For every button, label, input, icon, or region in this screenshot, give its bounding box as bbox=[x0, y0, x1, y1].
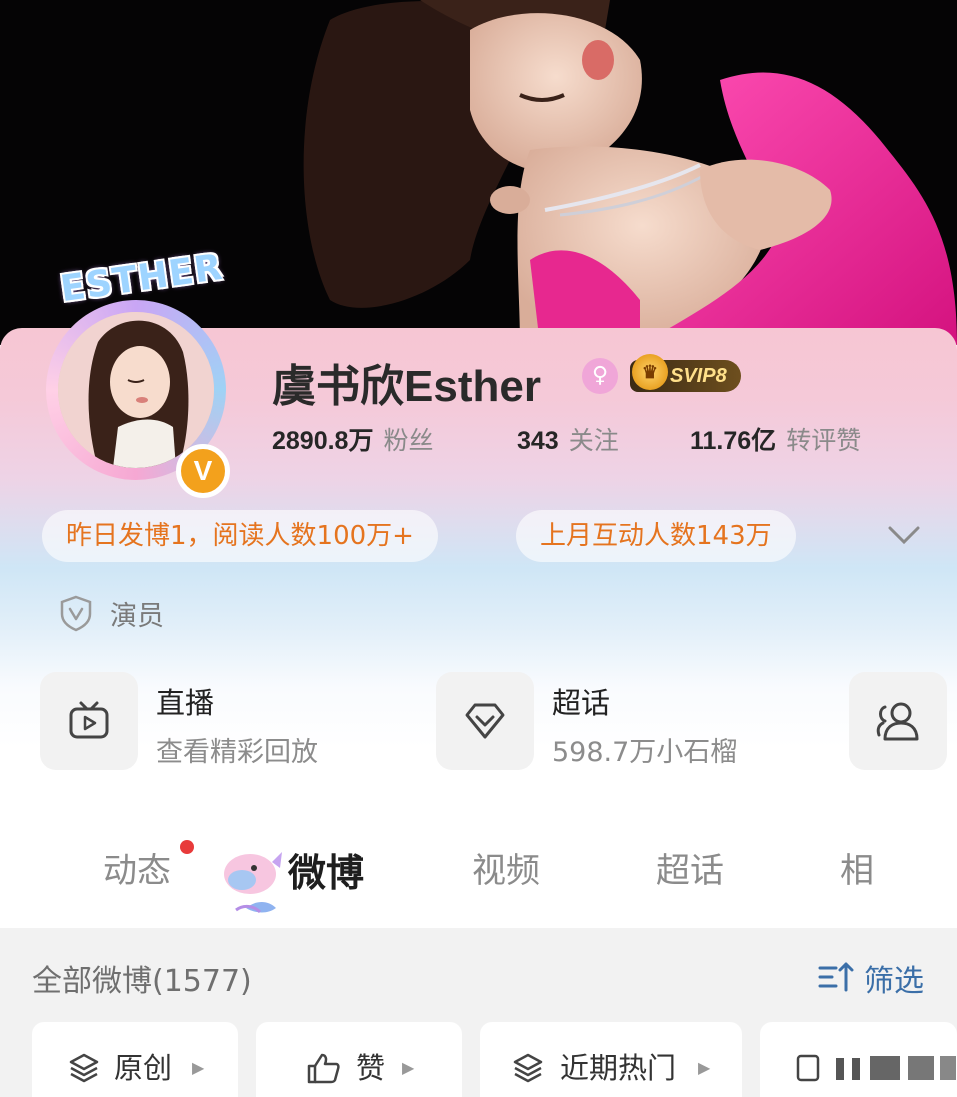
filter-button[interactable]: 筛选 bbox=[864, 956, 924, 1000]
supertopic-subtitle: 598.7万小石榴 bbox=[552, 737, 738, 768]
occupation-label: 演员 bbox=[110, 601, 164, 632]
sort-filter-icon[interactable] bbox=[818, 960, 856, 994]
chip-label: 赞 bbox=[356, 1051, 386, 1085]
tv-icon bbox=[69, 701, 109, 739]
thumbs-up-icon bbox=[307, 1053, 340, 1084]
stat-following[interactable]: 343 关注 bbox=[517, 421, 619, 457]
chip-label: 近期热门 bbox=[560, 1051, 677, 1085]
chip-more[interactable] bbox=[760, 1022, 957, 1097]
shield-icon bbox=[60, 595, 92, 632]
avatar-container[interactable]: ESTHER bbox=[34, 247, 244, 480]
chevron-down-icon[interactable] bbox=[884, 522, 924, 550]
fan-group-button[interactable] bbox=[849, 672, 947, 770]
highlight-pill-posts[interactable]: 昨日发博1，阅读人数100万+ bbox=[42, 510, 438, 562]
layers-icon bbox=[513, 1053, 543, 1083]
live-button[interactable] bbox=[40, 672, 138, 770]
live-title[interactable]: 直播 bbox=[156, 680, 214, 722]
truncated-chip-icon bbox=[796, 1054, 956, 1082]
live-subtitle: 查看精彩回放 bbox=[156, 737, 318, 768]
verified-badge-icon: V bbox=[176, 444, 230, 498]
chip-original[interactable]: 原创 ▶ bbox=[32, 1022, 238, 1097]
stat-interactions[interactable]: 11.76亿 转评赞 bbox=[690, 421, 861, 457]
caret-right-icon: ▶ bbox=[698, 1058, 711, 1077]
stat-label: 转评赞 bbox=[786, 426, 862, 455]
caret-right-icon: ▶ bbox=[192, 1058, 205, 1077]
supertopic-title[interactable]: 超话 bbox=[552, 680, 610, 722]
stat-value: 11.76亿 bbox=[690, 427, 777, 455]
tab-supertopic[interactable]: 超话 bbox=[656, 843, 724, 892]
highlight-pill-interactions[interactable]: 上月互动人数143万 bbox=[516, 510, 796, 562]
avatar[interactable] bbox=[58, 312, 214, 468]
chip-recent-hot[interactable]: 近期热门 ▶ bbox=[480, 1022, 742, 1097]
stat-followers[interactable]: 2890.8万 粉丝 bbox=[272, 421, 433, 457]
chip-label: 原创 bbox=[114, 1051, 173, 1085]
tab-video[interactable]: 视频 bbox=[472, 843, 540, 892]
crown-icon: ♛ bbox=[632, 354, 668, 390]
diamond-icon bbox=[465, 703, 505, 739]
stat-value: 2890.8万 bbox=[272, 427, 374, 455]
whale-mascot-icon bbox=[224, 852, 282, 914]
tab-album[interactable]: 相 bbox=[840, 843, 874, 892]
notification-dot bbox=[180, 840, 194, 854]
post-count-title: 全部微博(1577) bbox=[32, 964, 252, 999]
layers-icon bbox=[69, 1053, 99, 1083]
stat-value: 343 bbox=[517, 427, 559, 455]
svip-label: SVIP8 bbox=[670, 365, 727, 387]
stat-label: 粉丝 bbox=[383, 426, 434, 455]
chip-likes[interactable]: 赞 ▶ bbox=[256, 1022, 462, 1097]
tab-feed[interactable]: 动态 bbox=[103, 843, 171, 892]
female-icon: ♀ bbox=[582, 358, 618, 394]
supertopic-button[interactable] bbox=[436, 672, 534, 770]
avatar-photo bbox=[58, 312, 214, 468]
profile-name: 虞书欣Esther bbox=[272, 362, 541, 411]
tab-weibo[interactable]: 微博 bbox=[288, 842, 364, 897]
group-icon bbox=[876, 702, 919, 741]
svip-badge[interactable]: ♛ SVIP8 bbox=[630, 354, 741, 392]
caret-right-icon: ▶ bbox=[402, 1058, 415, 1077]
stat-label: 关注 bbox=[568, 426, 619, 455]
